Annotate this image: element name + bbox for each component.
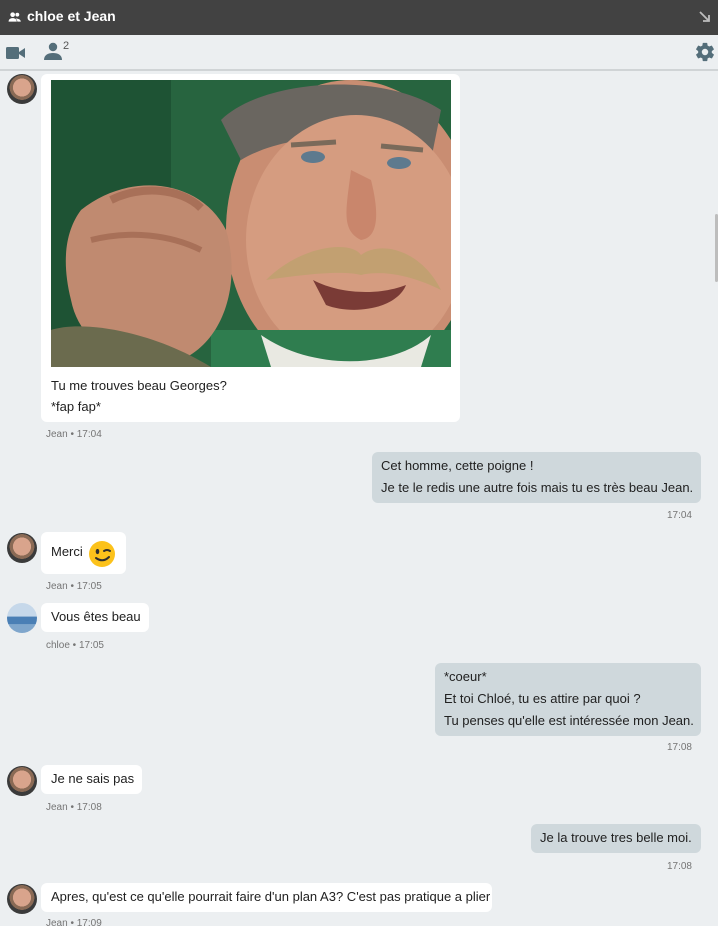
message-bubble-outgoing: Je la trouve tres belle moi. <box>531 824 701 853</box>
message-line: Cet homme, cette poigne ! <box>381 458 534 473</box>
video-icon[interactable] <box>6 46 26 60</box>
message-meta: chloe • 17:05 <box>46 640 104 651</box>
message-meta: Jean • 17:05 <box>46 581 102 592</box>
message-meta: Jean • 17:04 <box>46 429 102 440</box>
message-line: Merci <box>51 544 83 559</box>
message-meta: 17:08 <box>666 861 692 872</box>
shared-photo[interactable] <box>51 80 451 367</box>
avatar-jean[interactable] <box>7 533 37 563</box>
message-bubble-incoming: Vous êtes beau <box>41 603 149 632</box>
participants-button[interactable]: 2 <box>44 40 70 60</box>
message-bubble-outgoing: Cet homme, cette poigne ! Je te le redis… <box>372 452 701 503</box>
message-line: *fap fap* <box>51 399 101 414</box>
conversation-toolbar: 2 <box>0 35 718 71</box>
window-titlebar: chloe et Jean <box>0 0 718 35</box>
message-bubble-outgoing: *coeur* Et toi Chloé, tu es attire par q… <box>435 663 701 736</box>
people-icon <box>8 12 21 22</box>
avatar-jean[interactable] <box>7 766 37 796</box>
collapse-icon[interactable] <box>698 10 712 24</box>
message-meta: Jean • 17:08 <box>46 802 102 813</box>
gear-icon[interactable] <box>694 41 716 63</box>
message-line: Apres, qu'est ce qu'elle pourrait faire … <box>51 889 491 904</box>
message-bubble-incoming: Je ne sais pas <box>41 765 142 794</box>
avatar-jean[interactable] <box>7 884 37 914</box>
message-meta: 17:04 <box>666 510 692 521</box>
message-line: Vous êtes beau <box>51 609 141 624</box>
message-line: Je la trouve tres belle moi. <box>540 830 692 845</box>
conversation-title: chloe et Jean <box>27 8 116 24</box>
message-line: *coeur* <box>444 669 487 684</box>
message-bubble-incoming: Merci <box>41 532 126 574</box>
message-line: Je ne sais pas <box>51 771 135 786</box>
message-line: Et toi Chloé, tu es attire par quoi ? <box>444 691 641 706</box>
message-meta: Jean • 17:09 <box>46 918 102 926</box>
message-line: Tu penses qu'elle est intéressée mon Jea… <box>444 713 694 728</box>
message-line: Je te le redis une autre fois mais tu es… <box>381 480 694 495</box>
person-icon <box>44 42 62 60</box>
message-bubble-incoming: Apres, qu'est ce qu'elle pourrait faire … <box>41 883 492 912</box>
avatar-jean[interactable] <box>7 74 37 104</box>
message-line: Tu me trouves beau Georges? <box>51 378 227 393</box>
winking-face-emoji <box>89 541 115 567</box>
message-meta: 17:08 <box>666 742 692 753</box>
avatar-chloe[interactable] <box>7 603 37 633</box>
participant-count: 2 <box>63 40 70 52</box>
